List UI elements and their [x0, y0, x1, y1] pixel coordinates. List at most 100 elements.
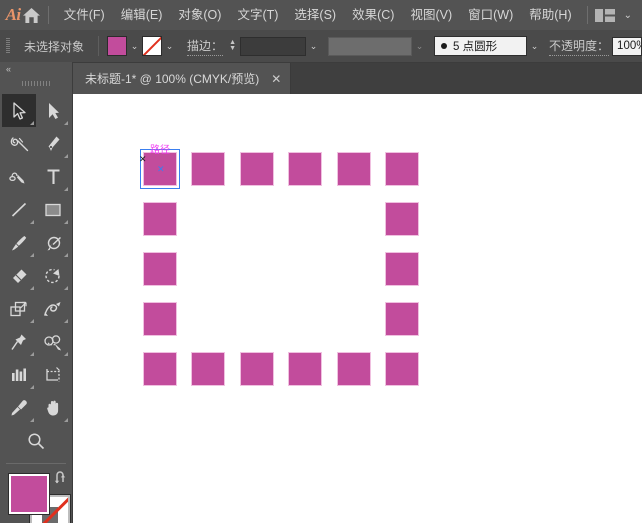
artwork-square[interactable]: [191, 352, 225, 386]
eraser-tool[interactable]: [2, 259, 36, 292]
workspace-layout-icon[interactable]: [595, 9, 615, 22]
selection-tool[interactable]: [2, 94, 36, 127]
menu-effect[interactable]: 效果(C): [344, 0, 402, 30]
stroke-profile-input[interactable]: [328, 37, 412, 56]
eyedropper-icon: [10, 399, 28, 417]
control-bar: 未选择对象 ⌄ ⌄ 描边： ▲▼ ⌄ ⌄ 5 点圆形 ⌄ 不透明度： 100%: [0, 30, 642, 63]
tool-flyout-corner-icon: [64, 154, 68, 158]
menu-bar: Ai 文件(F) 编辑(E) 对象(O) 文字(T) 选择(S) 效果(C) 视…: [0, 0, 642, 30]
rectangle-tool[interactable]: [36, 193, 70, 226]
artwork-square[interactable]: [385, 152, 419, 186]
artboard-canvas[interactable]: ✕ 路径 ✕: [73, 94, 642, 523]
menu-select[interactable]: 选择(S): [286, 0, 344, 30]
artwork-square[interactable]: [143, 302, 177, 336]
curvature-tool[interactable]: [2, 160, 36, 193]
brush-chevron-down-icon[interactable]: ⌄: [527, 36, 542, 56]
column-graph-tool[interactable]: [2, 358, 36, 391]
shaper-tool[interactable]: [36, 226, 70, 259]
tool-flyout-corner-icon: [30, 319, 34, 323]
artwork-square[interactable]: [191, 152, 225, 186]
tool-flyout-corner-icon: [30, 418, 34, 422]
stroke-weight-label: 描边：: [187, 37, 223, 56]
stroke-color-swatch[interactable]: [142, 36, 162, 56]
menu-help[interactable]: 帮助(H): [521, 0, 579, 30]
tool-flyout-corner-icon: [30, 286, 34, 290]
artwork-square[interactable]: [288, 352, 322, 386]
pen-tool[interactable]: [36, 127, 70, 160]
menu-file[interactable]: 文件(F): [56, 0, 113, 30]
menu-type[interactable]: 文字(T): [229, 0, 286, 30]
rectangle-icon: [44, 201, 62, 219]
paintbrush-tool[interactable]: [2, 226, 36, 259]
tool-grid: [0, 94, 72, 424]
control-bar-grip[interactable]: [3, 36, 13, 56]
artwork-square[interactable]: [143, 202, 177, 236]
type-tool[interactable]: [36, 160, 70, 193]
opacity-label: 不透明度：: [549, 37, 609, 56]
stroke-weight-stepper[interactable]: ▲▼: [227, 36, 238, 56]
artwork-square[interactable]: [385, 252, 419, 286]
line-segment-icon: [10, 201, 28, 219]
shape-builder-tool[interactable]: [36, 325, 70, 358]
artboard-tool[interactable]: [36, 358, 70, 391]
width-tool[interactable]: [36, 292, 70, 325]
direct-selection-arrow-icon: [47, 102, 60, 120]
scale-tool[interactable]: [2, 292, 36, 325]
artwork-square[interactable]: [385, 202, 419, 236]
artwork-square[interactable]: [288, 152, 322, 186]
shape-builder-icon: [43, 333, 63, 351]
rotate-tool[interactable]: [36, 259, 70, 292]
width-warp-icon: [43, 300, 63, 318]
artwork-square[interactable]: [337, 352, 371, 386]
artwork-square[interactable]: [143, 352, 177, 386]
tool-flyout-corner-icon: [30, 220, 34, 224]
home-icon[interactable]: [22, 7, 41, 24]
close-icon[interactable]: ✕: [271, 73, 281, 85]
menu-item-list: 文件(F) 编辑(E) 对象(O) 文字(T) 选择(S) 效果(C) 视图(V…: [56, 0, 580, 30]
artwork-square[interactable]: [143, 252, 177, 286]
menu-window[interactable]: 窗口(W): [460, 0, 521, 30]
eyedropper-tool[interactable]: [2, 391, 36, 424]
document-tab[interactable]: 未标题-1* @ 100% (CMYK/预览) ✕: [73, 63, 291, 94]
shaper-icon: [44, 234, 63, 252]
free-transform-tool[interactable]: [2, 325, 36, 358]
tool-flyout-corner-icon: [30, 253, 34, 257]
magnifier-icon: [27, 432, 45, 450]
menu-view[interactable]: 视图(V): [402, 0, 460, 30]
opacity-input[interactable]: 100%: [612, 37, 642, 56]
tool-flyout-corner-icon: [30, 352, 34, 356]
app-logo: Ai: [0, 5, 22, 25]
artwork-square[interactable]: [337, 152, 371, 186]
artwork-square[interactable]: [385, 302, 419, 336]
stroke-chevron-down-icon[interactable]: ⌄: [162, 36, 177, 56]
menu-edit[interactable]: 编辑(E): [113, 0, 171, 30]
zoom-tool[interactable]: [19, 424, 53, 457]
tool-panel-collapse-icon[interactable]: «: [0, 62, 72, 76]
stroke-profile-chevron-down-icon[interactable]: ⌄: [412, 36, 427, 56]
line-segment-tool[interactable]: [2, 193, 36, 226]
tool-flyout-corner-icon: [64, 187, 68, 191]
menubar-divider: [48, 6, 49, 24]
smart-guide-label: 路径: [150, 146, 170, 156]
direct-selection-tool[interactable]: [36, 94, 70, 127]
stroke-weight-input[interactable]: [240, 37, 306, 56]
tool-panel-grip[interactable]: [0, 76, 72, 90]
swap-fill-stroke-icon[interactable]: [53, 470, 69, 486]
workspace-chevron-down-icon[interactable]: ⌄: [624, 10, 632, 21]
artwork-square[interactable]: [240, 352, 274, 386]
fill-chevron-down-icon[interactable]: ⌄: [127, 36, 142, 56]
fill-indicator[interactable]: [9, 474, 49, 514]
brush-definition-input[interactable]: 5 点圆形: [434, 36, 527, 56]
menu-object[interactable]: 对象(O): [170, 0, 229, 30]
fill-color-swatch[interactable]: [107, 36, 127, 56]
center-point-marker: ✕: [157, 165, 165, 174]
tool-flyout-corner-icon: [64, 286, 68, 290]
hand-tool[interactable]: [36, 391, 70, 424]
stroke-weight-chevron-down-icon[interactable]: ⌄: [306, 36, 321, 56]
tool-flyout-corner-icon: [64, 253, 68, 257]
artwork-square[interactable]: [240, 152, 274, 186]
push-pin-icon: [10, 333, 28, 351]
magic-wand-tool[interactable]: [2, 127, 36, 160]
artwork-square[interactable]: [385, 352, 419, 386]
fill-stroke-control: [0, 470, 73, 523]
